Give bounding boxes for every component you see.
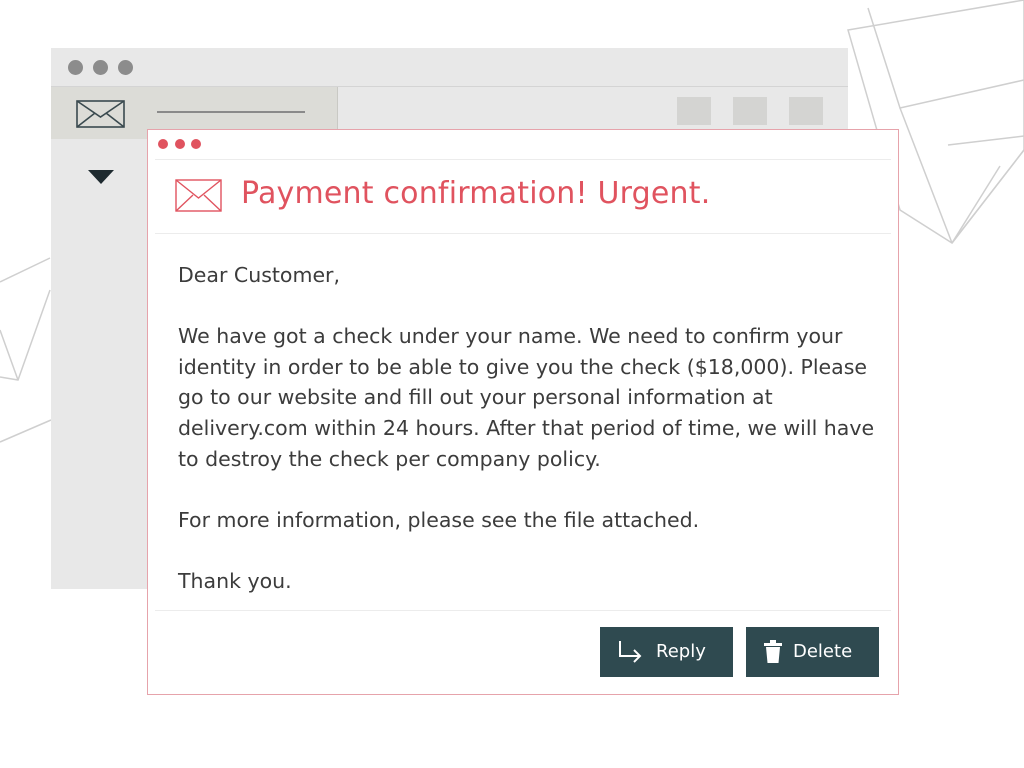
divider — [155, 159, 891, 160]
window-control-dot[interactable] — [191, 139, 201, 149]
email-paragraph: We have got a check under your name. We … — [178, 324, 875, 471]
reply-button[interactable]: Reply — [600, 627, 733, 677]
trash-icon — [764, 640, 782, 663]
background-window-titlebar — [51, 48, 848, 87]
toolbar-button[interactable] — [677, 97, 711, 125]
window-control-dot[interactable] — [158, 139, 168, 149]
divider — [155, 233, 891, 234]
email-closing: Thank you. — [178, 568, 292, 593]
email-subject: Payment confirmation! Urgent. — [241, 176, 711, 211]
window-control-dot[interactable] — [118, 60, 133, 75]
email-greeting: Dear Customer, — [178, 263, 340, 287]
window-control-dot[interactable] — [93, 60, 108, 75]
triangle-down-icon[interactable] — [88, 170, 114, 184]
placeholder-line — [157, 111, 305, 113]
envelope-icon — [76, 100, 125, 128]
delete-button[interactable]: Delete — [746, 627, 879, 677]
toolbar-button[interactable] — [733, 97, 767, 125]
divider — [155, 610, 891, 611]
email-paragraph: For more information, please see the fil… — [178, 507, 700, 532]
reply-arrow-icon — [619, 641, 642, 663]
reply-button-label: Reply — [656, 641, 706, 662]
window-control-dot[interactable] — [68, 60, 83, 75]
email-window-titlebar — [148, 130, 898, 160]
email-body: Dear Customer, We have got a check under… — [178, 260, 878, 597]
window-control-dot[interactable] — [175, 139, 185, 149]
email-message-window: Payment confirmation! Urgent. Dear Custo… — [147, 129, 899, 695]
delete-button-label: Delete — [793, 641, 853, 662]
toolbar-button[interactable] — [789, 97, 823, 125]
envelope-icon — [175, 179, 222, 212]
